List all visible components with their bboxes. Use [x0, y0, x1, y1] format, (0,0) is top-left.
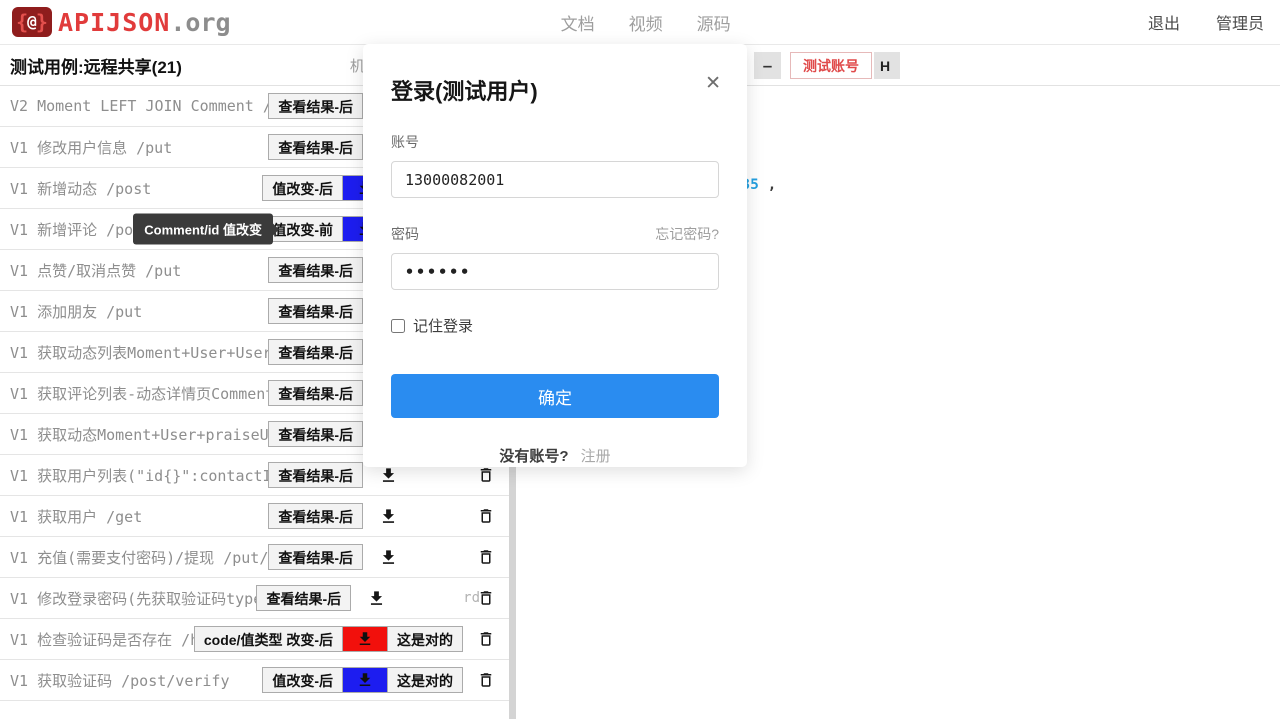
download-icon[interactable]: [377, 505, 399, 527]
test-case-row[interactable]: V1 获取用户 /get查看结果-后: [0, 496, 509, 537]
test-case-label: V1 修改用户信息 /put: [10, 137, 268, 158]
test-case-label: V1 获取评论列表-动态详情页Comment+U: [10, 383, 268, 404]
view-result-button[interactable]: 查看结果-后: [256, 585, 351, 611]
test-case-label: V1 检查验证码是否存在 /hea: [10, 629, 195, 650]
trash-icon[interactable]: [475, 464, 497, 486]
json-punctuation: ,: [759, 175, 776, 195]
main-area: 测试用例:远程共享(21) 机器学习:已关闭 V2 Moment LEFT JO…: [0, 45, 1280, 719]
test-case-label: V1 获取验证码 /post/verify: [10, 670, 263, 691]
account-input[interactable]: [391, 161, 719, 198]
test-case-row[interactable]: V1 获取验证码 /post/verify值改变-后 这是对的: [0, 660, 509, 701]
remember-label: 记住登录: [413, 315, 473, 336]
brand-name: APIJSON: [58, 8, 170, 37]
admin-link[interactable]: 管理员: [1216, 10, 1264, 34]
register-link[interactable]: 注册: [581, 448, 611, 465]
view-result-button[interactable]: 查看结果-后: [268, 93, 363, 119]
download-icon[interactable]: [377, 546, 399, 568]
test-case-label: V1 获取用户 /get: [10, 506, 268, 527]
remember-row: 记住登录: [391, 315, 719, 336]
logo-at-badge-icon: { @ }: [12, 7, 52, 37]
modal-footer: 没有账号? 注册: [391, 445, 719, 466]
password-label: 密码: [391, 224, 419, 244]
test-case-label: V1 修改登录密码(先获取验证码type:2): [10, 588, 256, 609]
compare-button-group: 值改变-后 这是对的: [263, 667, 463, 693]
nav-source-link[interactable]: 源码: [697, 10, 731, 35]
view-result-button[interactable]: 查看结果-后: [268, 503, 363, 529]
panel-title: 测试用例:远程共享(21): [10, 53, 182, 78]
test-account-button[interactable]: 测试账号: [790, 52, 872, 79]
download-icon[interactable]: [365, 587, 387, 609]
login-modal-title: 登录(测试用户): [391, 74, 719, 106]
account-label: 账号: [391, 132, 419, 152]
password-label-row: 密码 忘记密码?: [391, 224, 719, 244]
test-case-label: V1 获取动态Moment+User+praiseUse: [10, 424, 268, 445]
confirm-correct-button[interactable]: 这是对的: [387, 626, 463, 652]
view-result-button[interactable]: 查看结果-后: [268, 298, 363, 324]
change-tooltip: Comment/id 值改变: [133, 214, 273, 245]
http-button[interactable]: H: [874, 52, 900, 79]
view-result-button[interactable]: 查看结果-后: [268, 257, 363, 283]
view-result-button[interactable]: 查看结果-后: [268, 462, 363, 488]
top-nav: 文档 视频 源码: [561, 10, 731, 35]
nav-videos-link[interactable]: 视频: [629, 10, 663, 35]
nav-docs-link[interactable]: 文档: [561, 10, 595, 35]
trash-icon[interactable]: [475, 505, 497, 527]
change-state-button[interactable]: 值改变-后: [262, 175, 343, 201]
compare-button-group: code/值类型 改变-后 这是对的: [195, 626, 463, 652]
collapse-minus-button[interactable]: –: [754, 52, 781, 79]
test-case-row[interactable]: V1 修改登录密码(先获取验证码type:2)查看结果-后rd: [0, 578, 509, 619]
view-result-button[interactable]: 查看结果-后: [268, 339, 363, 365]
brand-suffix: .org: [170, 8, 230, 37]
test-case-label: V1 获取用户列表("id{}":contactIdL: [10, 465, 268, 486]
trash-icon[interactable]: [475, 546, 497, 568]
toolbar-right-group: – 测试账号 H: [754, 52, 900, 79]
test-case-label: V1 新增动态 /post: [10, 178, 263, 199]
test-case-row[interactable]: V1 充值(需要支付密码)/提现 /put/ba查看结果-后: [0, 537, 509, 578]
view-result-button[interactable]: 查看结果-后: [268, 380, 363, 406]
test-case-label: V1 点赞/取消点赞 /put: [10, 260, 268, 281]
apijson-logo[interactable]: { @ } APIJSON .org: [12, 7, 231, 37]
password-input[interactable]: [391, 253, 719, 290]
logout-link[interactable]: 退出: [1148, 10, 1180, 34]
confirm-correct-button[interactable]: 这是对的: [387, 667, 463, 693]
download-icon[interactable]: [342, 626, 388, 652]
no-account-text: 没有账号?: [499, 448, 568, 465]
download-icon[interactable]: [342, 667, 388, 693]
test-case-label: V2 Moment LEFT JOIN Comment /ge: [10, 97, 268, 115]
view-result-button[interactable]: 查看结果-后: [268, 421, 363, 447]
test-case-label: V1 充值(需要支付密码)/提现 /put/ba: [10, 547, 268, 568]
trash-icon[interactable]: [475, 669, 497, 691]
change-state-button[interactable]: 值改变-后: [262, 667, 343, 693]
view-result-button[interactable]: 查看结果-后: [268, 544, 363, 570]
confirm-button[interactable]: 确定: [391, 374, 719, 418]
test-case-label: V1 获取动态列表Moment+User+User:p: [10, 342, 268, 363]
header-right: 退出 管理员: [1148, 10, 1264, 34]
test-case-row[interactable]: V1 检查验证码是否存在 /heacode/值类型 改变-后 这是对的: [0, 619, 509, 660]
remember-checkbox[interactable]: [391, 319, 405, 333]
change-state-button[interactable]: code/值类型 改变-后: [194, 626, 343, 652]
trash-icon[interactable]: [475, 587, 497, 609]
login-modal: 登录(测试用户) ✕ 账号 密码 忘记密码? 记住登录 确定 没有账号? 注册: [363, 44, 747, 467]
top-header: { @ } APIJSON .org 文档 视频 源码 退出 管理员: [0, 0, 1280, 45]
download-icon[interactable]: [377, 464, 399, 486]
trash-icon[interactable]: [475, 628, 497, 650]
forgot-password-link[interactable]: 忘记密码?: [655, 224, 719, 244]
view-result-button[interactable]: 查看结果-后: [268, 134, 363, 160]
close-icon[interactable]: ✕: [705, 74, 721, 93]
account-label-row: 账号: [391, 132, 719, 152]
test-case-label: V1 添加朋友 /put: [10, 301, 268, 322]
logo-brace-right: }: [36, 12, 48, 32]
